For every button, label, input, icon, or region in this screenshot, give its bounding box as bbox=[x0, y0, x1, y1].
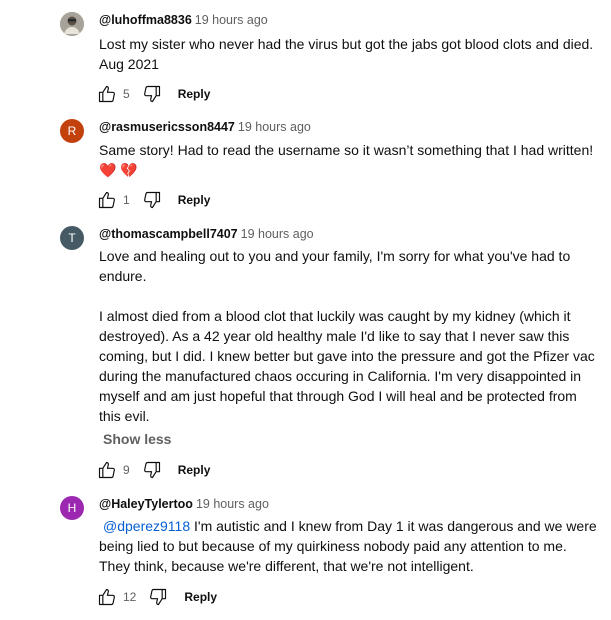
comment-line: ❤️ 💔 bbox=[99, 162, 138, 178]
comment-line: Aug 2021 bbox=[99, 56, 159, 72]
comment-line: myself and am just hopeful that through … bbox=[99, 388, 577, 404]
comment-time[interactable]: 19 hours ago bbox=[241, 227, 314, 241]
reply-button[interactable]: Reply bbox=[184, 590, 217, 604]
like-count: 5 bbox=[123, 87, 130, 101]
reply-button[interactable]: Reply bbox=[178, 193, 211, 207]
avatar-letter: T bbox=[68, 231, 76, 245]
mention-link[interactable]: @dperez9118 bbox=[103, 518, 190, 534]
comment-header: @rasmusericsson8447 19 hours ago bbox=[99, 119, 311, 135]
avatar[interactable] bbox=[60, 12, 84, 36]
comment-line: this evil. bbox=[99, 408, 150, 424]
dislike-button[interactable] bbox=[142, 84, 162, 104]
author-handle[interactable]: @luhoffma8836 bbox=[99, 13, 192, 27]
like-button[interactable] bbox=[97, 190, 117, 210]
comment-line: Love and healing out to you and your fam… bbox=[99, 248, 571, 264]
comment-text: Lost my sister who never had the virus b… bbox=[99, 34, 604, 74]
author-handle[interactable]: @rasmusericsson8447 bbox=[99, 120, 235, 134]
dislike-button[interactable] bbox=[142, 460, 162, 480]
comment-line: They think, because we're different, tha… bbox=[99, 558, 474, 574]
like-button[interactable] bbox=[97, 587, 117, 607]
comment-time[interactable]: 19 hours ago bbox=[196, 497, 269, 511]
comment-line: during the manufactured chaos occuring i… bbox=[99, 368, 582, 384]
reply-button[interactable]: Reply bbox=[178, 87, 211, 101]
comment-actions: 9 Reply bbox=[97, 459, 210, 481]
comment-line: endure. bbox=[99, 268, 147, 284]
thumbs-up-icon bbox=[98, 461, 115, 479]
like-count: 9 bbox=[123, 463, 130, 477]
like-button[interactable] bbox=[97, 460, 117, 480]
avatar-photo-icon bbox=[60, 12, 84, 36]
avatar[interactable]: T bbox=[60, 226, 84, 250]
thumbs-down-icon bbox=[143, 461, 160, 479]
reply-button[interactable]: Reply bbox=[178, 463, 211, 477]
comment-line: being lied to but because of my quirkine… bbox=[99, 538, 567, 554]
show-less-button[interactable]: Show less bbox=[103, 431, 171, 447]
avatar[interactable]: R bbox=[60, 119, 84, 143]
comment-actions: 12 Reply bbox=[97, 586, 217, 608]
dislike-button[interactable] bbox=[148, 587, 168, 607]
comment-actions: 1 Reply bbox=[97, 189, 210, 211]
comment-time[interactable]: 19 hours ago bbox=[238, 120, 311, 134]
comment-actions: 5 Reply bbox=[97, 83, 210, 105]
avatar[interactable]: H bbox=[60, 496, 84, 520]
author-handle[interactable]: @thomascampbell7407 bbox=[99, 227, 238, 241]
comment-line: Same story! Had to read the username so … bbox=[99, 142, 594, 158]
comment-line: destroyed). As a 42 year old healthy mal… bbox=[99, 328, 570, 344]
comment-text-span: I'm autistic and I knew from Day 1 it wa… bbox=[190, 518, 597, 534]
thumbs-up-icon bbox=[98, 191, 115, 209]
dislike-button[interactable] bbox=[142, 190, 162, 210]
comment-line: Lost my sister who never had the virus b… bbox=[99, 36, 594, 52]
paragraph-break bbox=[99, 286, 604, 306]
thumbs-up-icon bbox=[98, 85, 115, 103]
like-count: 1 bbox=[123, 193, 130, 207]
author-handle[interactable]: @HaleyTylertoo bbox=[99, 497, 193, 511]
comment-header: @luhoffma8836 19 hours ago bbox=[99, 12, 268, 28]
thumbs-down-icon bbox=[150, 588, 167, 606]
avatar-letter: R bbox=[67, 124, 77, 138]
avatar-letter: H bbox=[67, 501, 77, 515]
thumbs-down-icon bbox=[143, 191, 160, 209]
comment-line: coming, but I did. I knew better but gav… bbox=[99, 348, 595, 364]
comment-text: Same story! Had to read the username so … bbox=[99, 140, 604, 180]
thumbs-up-icon bbox=[98, 588, 115, 606]
comment-line: I almost died from a blood clot that luc… bbox=[99, 308, 571, 324]
comment-header: @HaleyTylertoo 19 hours ago bbox=[99, 496, 269, 512]
like-count: 12 bbox=[123, 590, 137, 604]
comment-text: @dperez9118 I'm autistic and I knew from… bbox=[99, 516, 604, 576]
like-button[interactable] bbox=[97, 84, 117, 104]
comment-line: @dperez9118 I'm autistic and I knew from… bbox=[99, 516, 604, 536]
comment-text: Love and healing out to you and your fam… bbox=[99, 246, 604, 426]
thumbs-down-icon bbox=[143, 85, 160, 103]
comment-time[interactable]: 19 hours ago bbox=[195, 13, 268, 27]
comment-header: @thomascampbell7407 19 hours ago bbox=[99, 226, 314, 242]
